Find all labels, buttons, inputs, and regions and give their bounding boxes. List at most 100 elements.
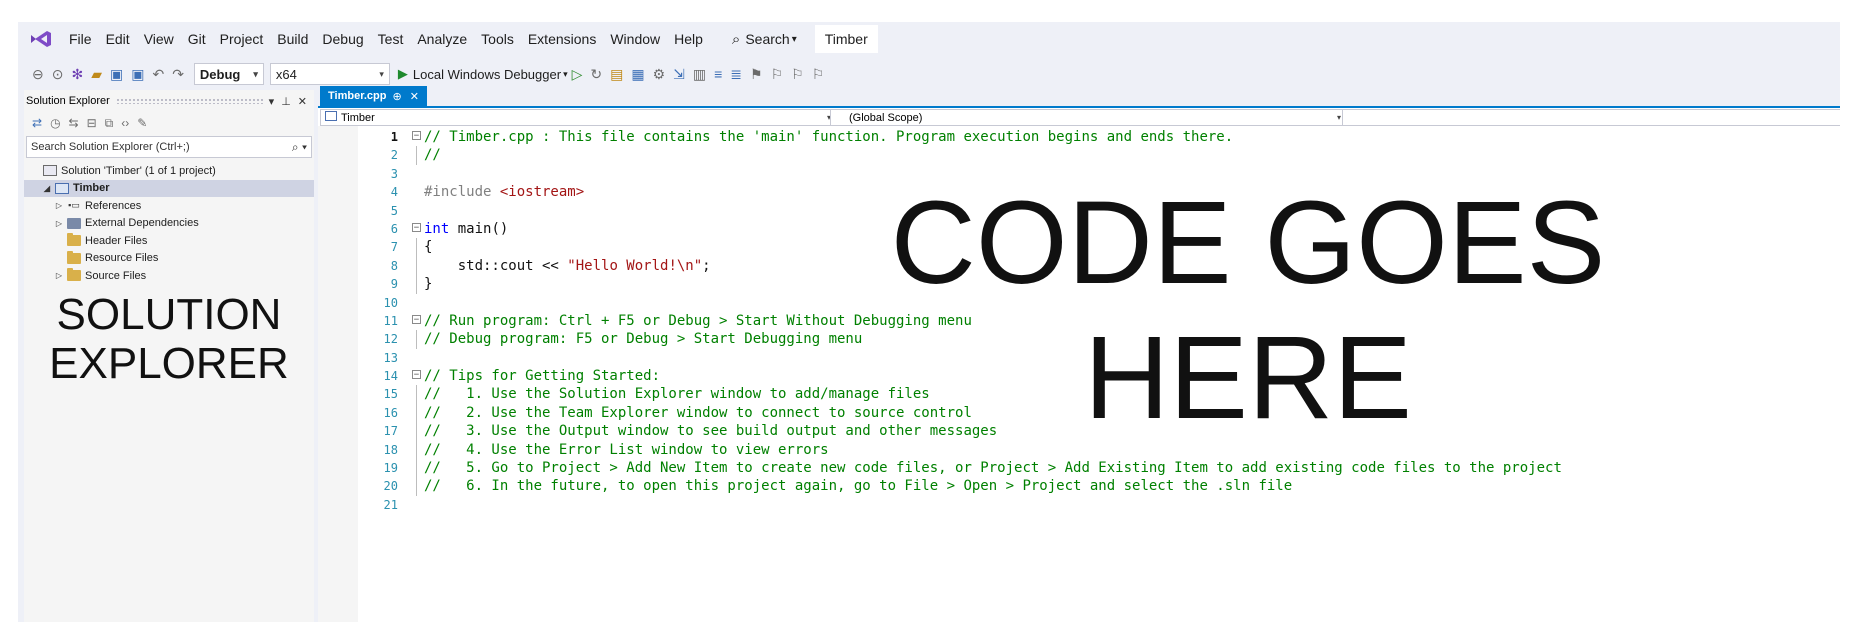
scope-dropdown[interactable]: (Global Scope) ▾ <box>830 109 1346 126</box>
align-icon[interactable]: ▥ <box>693 66 706 83</box>
expanded-triangle-icon[interactable]: ◢ <box>42 184 52 193</box>
code-token: std::cout << <box>424 257 568 274</box>
references-icon: ▪▭ <box>68 200 80 211</box>
external-dependencies-icon <box>67 217 81 229</box>
code-line[interactable]: 2 // <box>318 146 1840 165</box>
step-icon[interactable]: ⇲ <box>673 66 685 83</box>
save-all-icon[interactable]: ▣ <box>131 66 144 83</box>
code-line[interactable]: 1 −// Timber.cpp : This file contains the… <box>318 128 1840 146</box>
start-without-debugging-icon[interactable]: ▷ <box>572 66 583 83</box>
undo-icon[interactable]: ↶ <box>152 66 164 83</box>
pending-changes-icon[interactable]: ⇆ <box>69 116 79 130</box>
tab-timber-cpp[interactable]: Timber.cpp ⊕ ✕ <box>320 86 427 106</box>
overlay-line: SOLUTION <box>56 290 282 339</box>
configuration-select[interactable]: Debug ▾ <box>193 63 264 85</box>
overlay-line: CODE GOES <box>890 177 1606 309</box>
collapsed-triangle-icon[interactable]: ▷ <box>54 201 64 210</box>
chevron-down-icon: ▾ <box>563 68 568 79</box>
line-number: 18 <box>383 442 398 457</box>
settings-icon[interactable]: ⚙ <box>653 66 666 83</box>
platform-select[interactable]: x64 ▾ <box>269 63 390 85</box>
code-token: "Hello World!\n" <box>567 257 703 274</box>
navigate-forward-icon[interactable]: ⊙ <box>52 66 64 83</box>
search-box[interactable]: ⌕ Search ▾ <box>724 31 805 48</box>
menu-item-git[interactable]: Git <box>181 31 213 47</box>
collapse-region-icon[interactable]: − <box>412 131 421 141</box>
code-line[interactable]: 21 <box>318 496 1840 514</box>
new-project-icon[interactable]: ✻ <box>71 66 83 83</box>
visual-studio-logo-icon[interactable] <box>28 28 54 50</box>
bookmark-prev-icon[interactable]: ⚐ <box>771 66 784 83</box>
outline-guide <box>416 275 417 294</box>
menu-item-help[interactable]: Help <box>667 31 710 47</box>
pin-icon[interactable]: ⊥ <box>281 95 291 108</box>
collapse-all-icon[interactable]: ⊟ <box>87 116 97 130</box>
bookmark-next-icon[interactable]: ⚐ <box>791 66 804 83</box>
view-code-icon[interactable]: ‹› <box>121 116 129 130</box>
collapse-region-icon[interactable]: − <box>412 370 421 380</box>
save-icon[interactable]: ▣ <box>110 66 123 83</box>
platform-value: x64 <box>275 66 297 82</box>
code-line[interactable]: 19 // 5. Go to Project > Add New Item to … <box>318 459 1840 478</box>
collapse-region-icon[interactable]: − <box>412 314 421 324</box>
menu-item-file[interactable]: File <box>62 31 99 47</box>
project-dropdown[interactable]: Timber ▾ <box>320 109 836 126</box>
collapse-region-icon[interactable]: − <box>412 222 421 232</box>
code-editor[interactable]: 1−// Timber.cpp : This file contains the… <box>318 126 1840 622</box>
close-tab-icon[interactable]: ✕ <box>410 90 419 103</box>
comment-icon[interactable]: ≡ <box>714 66 722 82</box>
sync-icon[interactable]: ⇄ <box>32 116 42 130</box>
browse-icon[interactable]: ▤ <box>610 66 623 83</box>
bookmark-clear-icon[interactable]: ⚐ <box>812 66 825 83</box>
tree-item[interactable]: ▷ Source Files <box>24 267 314 285</box>
pin-tab-icon[interactable]: ⊕ <box>392 90 401 103</box>
code-token: // 4. Use the Error List window to view … <box>424 441 829 458</box>
tree-item[interactable]: ◢ Timber <box>24 179 314 197</box>
tree-item[interactable]: Solution 'Timber' (1 of 1 project) <box>24 162 314 180</box>
tree-item[interactable]: ▷ ▪▭ References <box>24 197 314 215</box>
panel-menu-icon[interactable]: ▾ <box>269 95 275 108</box>
tree-item[interactable]: Header Files <box>24 232 314 250</box>
hot-reload-icon[interactable]: ↻ <box>590 66 602 83</box>
history-icon[interactable]: ◷ <box>50 116 60 130</box>
code-line[interactable]: 20 // 6. In the future, to open this proj… <box>318 477 1840 496</box>
uncomment-icon[interactable]: ≣ <box>730 66 742 83</box>
tree-item[interactable]: ▷ External Dependencies <box>24 215 314 233</box>
open-file-icon[interactable]: ▰ <box>91 66 102 83</box>
close-icon[interactable]: ✕ <box>298 95 307 108</box>
layout-icon[interactable]: ▦ <box>631 66 644 83</box>
ide-window: File Edit View Git Project Build Debug Test Anal… <box>18 22 1840 622</box>
menu-item-project[interactable]: Project <box>213 31 271 47</box>
solution-explorer-title: Solution Explorer <box>26 95 110 107</box>
drag-handle[interactable] <box>115 98 263 104</box>
folder-icon <box>67 250 81 264</box>
tree-item[interactable]: Resource Files <box>24 250 314 268</box>
navigation-bar: Timber ▾ (Global Scope) ▾ <box>318 108 1840 127</box>
line-number: 7 <box>390 240 398 255</box>
solution-explorer-search-input[interactable]: Search Solution Explorer (Ctrl+;) ⌕ ▾ <box>26 136 312 158</box>
solution-icon <box>43 165 57 177</box>
menu-item-extensions[interactable]: Extensions <box>521 31 603 47</box>
collapsed-triangle-icon[interactable]: ▷ <box>54 219 64 228</box>
menu-item-test[interactable]: Test <box>371 31 411 47</box>
menu-item-tools[interactable]: Tools <box>474 31 521 47</box>
menu-item-debug[interactable]: Debug <box>315 31 370 47</box>
redo-icon[interactable]: ↷ <box>172 66 184 83</box>
menu-item-edit[interactable]: Edit <box>99 31 137 47</box>
collapsed-triangle-icon[interactable]: ▷ <box>54 271 64 280</box>
menu-item-analyze[interactable]: Analyze <box>410 31 474 47</box>
navigate-back-icon[interactable]: ⊖ <box>32 66 44 83</box>
solution-explorer-overlay-label: SOLUTION EXPLORER <box>24 290 314 388</box>
outline-guide <box>416 256 417 276</box>
line-number: 8 <box>390 258 398 273</box>
properties-icon[interactable]: ✎ <box>137 116 147 130</box>
menu-item-build[interactable]: Build <box>270 31 315 47</box>
member-dropdown[interactable] <box>1342 109 1840 126</box>
show-all-files-icon[interactable]: ⧉ <box>105 116 114 131</box>
menu-item-view[interactable]: View <box>137 31 181 47</box>
start-debugging-button[interactable]: ▶ Local Windows Debugger ▾ <box>398 66 568 82</box>
bookmark-icon[interactable]: ⚑ <box>750 66 763 83</box>
menu-item-window[interactable]: Window <box>603 31 667 47</box>
outline-guide <box>416 146 417 165</box>
code-text: #include <iostream> <box>424 183 584 201</box>
